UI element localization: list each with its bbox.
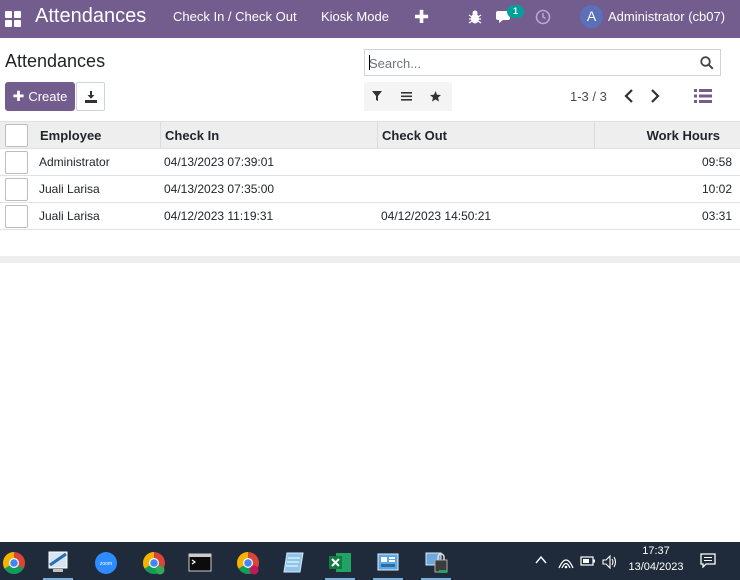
svg-text:zoom: zoom	[100, 561, 112, 567]
chevron-up-icon[interactable]	[535, 555, 547, 565]
create-button-label: Create	[28, 89, 68, 104]
column-separator	[377, 122, 378, 149]
chat-badge: 1	[507, 5, 524, 18]
create-button[interactable]: ✚ Create	[5, 82, 75, 111]
terminal-icon	[188, 553, 212, 572]
table-row[interactable]: Juali Larisa 04/13/2023 07:35:00 10:02	[0, 176, 740, 203]
select-all-checkbox[interactable]	[5, 124, 28, 147]
user-menu[interactable]: Administrator (cb07)	[608, 9, 725, 24]
column-check-in[interactable]: Check In	[165, 128, 219, 143]
attendance-table: Employee Check In Check Out Work Hours A…	[0, 121, 740, 263]
chrome-icon	[143, 552, 165, 575]
cell-employee: Juali Larisa	[39, 209, 100, 223]
row-checkbox[interactable]	[5, 178, 28, 201]
favorites-button[interactable]	[422, 82, 450, 111]
vpn-icon	[425, 552, 448, 573]
control-panel-icon	[377, 553, 399, 571]
notes-icon	[283, 552, 304, 573]
plus-icon: ✚	[12, 88, 25, 104]
row-checkbox[interactable]	[5, 205, 28, 228]
table-header: Employee Check In Check Out Work Hours	[0, 121, 740, 149]
row-checkbox[interactable]	[5, 151, 28, 174]
search-options	[364, 82, 452, 111]
search-icon[interactable]	[700, 56, 714, 70]
battery-icon[interactable]	[580, 555, 596, 567]
cell-work-hours: 10:02	[701, 182, 732, 196]
chrome-icon	[237, 552, 259, 575]
taskbar-app-excel[interactable]	[320, 545, 360, 580]
search-box[interactable]	[364, 49, 721, 76]
group-by-icon	[401, 92, 412, 101]
download-button[interactable]	[76, 82, 105, 111]
taskbar-app-control-panel[interactable]	[368, 545, 408, 580]
page-title: Attendances	[5, 51, 106, 71]
cell-check-out: 04/12/2023 14:50:21	[381, 209, 492, 223]
cell-check-in: 04/12/2023 11:19:31	[164, 209, 274, 223]
volume-icon[interactable]	[602, 555, 618, 569]
column-employee[interactable]: Employee	[40, 128, 101, 143]
chevron-left-icon[interactable]	[622, 88, 636, 104]
column-separator	[160, 122, 161, 149]
cell-employee: Juali Larisa	[39, 182, 100, 196]
remote-desktop-icon	[48, 551, 68, 572]
clock-icon[interactable]	[535, 9, 551, 25]
plus-icon[interactable]: ✚	[414, 7, 429, 28]
notification-icon[interactable]	[700, 553, 716, 568]
cell-check-in: 04/13/2023 07:35:00	[164, 182, 275, 196]
taskbar-app-notes[interactable]	[274, 545, 314, 580]
excel-icon	[329, 553, 351, 572]
clock-date[interactable]: 13/04/2023	[624, 561, 688, 573]
search-input[interactable]	[369, 53, 689, 73]
column-separator	[594, 122, 595, 149]
table-footer	[0, 256, 740, 263]
avatar[interactable]: A	[580, 5, 603, 28]
table-row[interactable]: Juali Larisa 04/12/2023 11:19:31 04/12/2…	[0, 203, 740, 230]
menu-kiosk-mode[interactable]: Kiosk Mode	[321, 9, 389, 24]
column-work-hours[interactable]: Work Hours	[647, 128, 720, 143]
menu-check-in-check-out[interactable]: Check In / Check Out	[173, 9, 297, 24]
text-cursor	[369, 55, 370, 70]
zoom-icon: zoom	[95, 552, 117, 574]
chrome-icon	[3, 552, 25, 574]
filters-button[interactable]	[364, 82, 392, 111]
taskbar-app-remote-desktop[interactable]	[38, 545, 78, 580]
cell-work-hours: 03:31	[701, 209, 732, 223]
list-view-icon[interactable]	[694, 88, 712, 104]
group-by-button[interactable]	[393, 82, 421, 111]
cell-work-hours: 09:58	[701, 155, 732, 169]
taskbar-app-chrome[interactable]	[0, 545, 34, 580]
download-icon	[85, 91, 97, 103]
cell-employee: Administrator	[39, 155, 110, 169]
filter-icon	[372, 91, 382, 101]
cell-check-in: 04/13/2023 07:39:01	[164, 155, 275, 169]
column-check-out[interactable]: Check Out	[382, 128, 447, 143]
apps-grid-icon[interactable]	[4, 10, 22, 28]
taskbar-app-chrome[interactable]	[134, 545, 174, 580]
taskbar-app-zoom[interactable]: zoom	[86, 545, 126, 580]
taskbar-app-vpn[interactable]	[416, 545, 456, 580]
pager-value[interactable]: 1-3 / 3	[570, 89, 607, 104]
network-icon[interactable]	[558, 555, 574, 569]
taskbar-app-chrome[interactable]	[228, 545, 268, 580]
table-row[interactable]: Administrator 04/13/2023 07:39:01 09:58	[0, 149, 740, 176]
taskbar-app-terminal[interactable]	[180, 545, 220, 580]
top-navbar: Attendances Check In / Check Out Kiosk M…	[0, 0, 740, 38]
chevron-right-icon[interactable]	[648, 88, 662, 104]
bug-icon[interactable]	[467, 9, 483, 25]
star-icon	[430, 91, 441, 102]
clock-time[interactable]: 17:37	[636, 545, 676, 557]
app-title[interactable]: Attendances	[35, 5, 146, 28]
